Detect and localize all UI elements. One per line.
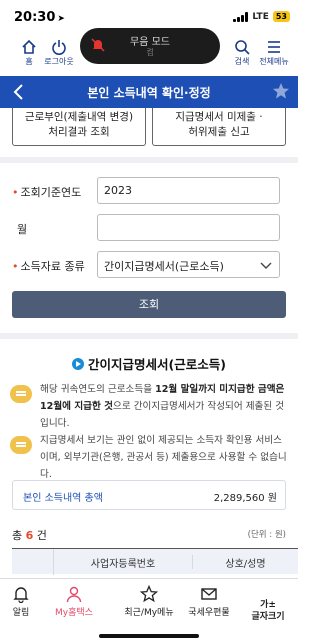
year-input[interactable]: 2023 <box>97 177 280 204</box>
chevron-down-icon <box>260 262 272 269</box>
year-row: • 조회기준연도 2023 <box>0 177 298 205</box>
action-buttons: 근로부인(제출내역 변경) 처리결과 조회 지급명세서 미제출 · 허위제출 신… <box>0 108 298 154</box>
nav-label-recent-menu: 최근/My메뉴 <box>124 608 174 618</box>
unit-label: (단위 : 원) <box>247 530 286 540</box>
power-icon <box>52 40 66 55</box>
page-title: 본인 소득내역 확인·정정 <box>87 86 211 100</box>
nav-item-my-hometax[interactable]: My홈택스 <box>44 585 104 618</box>
search-submit-button[interactable]: 조회 <box>12 291 286 318</box>
silent-mode-toast: 무음 모드 켬 <box>80 28 220 64</box>
mail-icon <box>201 588 217 600</box>
table-header-company-name: 상호/성명 <box>192 555 298 570</box>
nav-item-font-size[interactable]: 가± 글자크기 <box>238 587 298 623</box>
network-label: LTE <box>252 11 269 22</box>
section-divider-2 <box>0 333 298 339</box>
year-label: • 조회기준연도 <box>12 186 82 199</box>
home-icon <box>22 39 36 54</box>
income-total-value: 2,289,560 원 <box>213 493 277 504</box>
toast-subtitle: 켬 <box>146 48 154 57</box>
all-menu-button[interactable]: 전체메뉴 <box>257 39 291 67</box>
all-menu-label: 전체메뉴 <box>259 57 289 66</box>
logout-button[interactable]: 로그아웃 <box>44 39 74 67</box>
page-title-bar: 본인 소득내역 확인·정정 <box>0 76 298 108</box>
info-note-1-text: 해당 귀속연도의 근로소득을 12월 말일까지 미지급한 금액은 12월에 지급… <box>40 384 285 429</box>
table-header-blank <box>12 549 54 575</box>
month-input[interactable] <box>97 214 280 241</box>
search-icon <box>235 40 250 55</box>
bell-icon <box>13 587 29 603</box>
speech-bubble-icon <box>10 385 32 403</box>
search-button[interactable]: 검색 <box>227 39 257 67</box>
nav-item-recent-menu[interactable]: 최근/My메뉴 <box>109 585 189 618</box>
info-note-2-text: 지급명세서 보기는 관인 없이 제공되는 소득자 확인용 서비스이며, 외부기관… <box>40 435 287 480</box>
signal-icon <box>233 11 249 22</box>
table-header-business-number: 사업자등록번호 <box>90 559 156 570</box>
nav-item-mail[interactable]: 국세우편물 <box>179 585 239 618</box>
battery-indicator: 53 <box>272 11 290 22</box>
search-label: 검색 <box>234 57 250 66</box>
nav-label-font-size: 가± 글자크기 <box>251 600 285 622</box>
table-header: 사업자등록번호 상호/성명 <box>12 548 298 575</box>
person-icon <box>66 586 82 603</box>
home-button[interactable]: 홈 <box>14 39 44 67</box>
income-total-label: 본인 소득내역 총액 <box>23 493 103 504</box>
nav-label-mail: 국세우편물 <box>188 608 230 618</box>
section-divider <box>0 157 298 163</box>
month-row: 월 <box>0 214 298 242</box>
star-icon <box>140 585 158 603</box>
rejection-result-line1: 근로부인(제출내역 변경) <box>24 111 134 123</box>
info-note-2: 지급명세서 보기는 관인 없이 제공되는 소득자 확인용 서비스이며, 외부기관… <box>10 432 288 480</box>
status-time: 20:30 ➤ <box>14 10 65 25</box>
logout-label: 로그아웃 <box>44 57 74 66</box>
nav-label-alarm: 알림 <box>12 608 30 618</box>
status-indicators: LTE 53 <box>233 11 290 22</box>
nav-label-my-hometax: My홈택스 <box>55 608 93 618</box>
record-count: 총 6 건 <box>12 529 47 542</box>
toast-title: 무음 모드 <box>130 37 170 48</box>
income-type-select[interactable]: 간이지급명세서(근로소득) <box>97 251 280 278</box>
rejection-result-line2: 처리결과 조회 <box>48 126 110 138</box>
home-label: 홈 <box>25 57 33 66</box>
false-report-line1: 지급명세서 미제출 · <box>175 111 263 123</box>
favorite-star-icon[interactable] <box>272 82 290 100</box>
info-note-1: 해당 귀속연도의 근로소득을 12월 말일까지 미지급한 금액은 12월에 지급… <box>10 381 288 431</box>
rejection-result-button[interactable]: 근로부인(제출내역 변경) 처리결과 조회 <box>12 108 146 146</box>
income-total-summary: 본인 소득내역 총액 2,289,560 원 <box>12 480 286 510</box>
result-section-title: 간이지급명세서(근로소득) <box>0 354 298 373</box>
speech-bubble-icon <box>10 436 32 454</box>
income-type-value: 간이지급명세서(근로소득) <box>104 260 224 273</box>
home-indicator <box>99 634 199 638</box>
income-type-label: • 소득자료 종류 <box>12 260 85 273</box>
income-type-row: • 소득자료 종류 간이지급명세서(근로소득) <box>0 251 298 279</box>
month-label: 월 <box>17 223 28 236</box>
hamburger-menu-icon <box>268 41 280 53</box>
play-circle-icon <box>72 358 85 370</box>
false-report-button[interactable]: 지급명세서 미제출 · 허위제출 신고 <box>152 108 286 146</box>
location-arrow-icon: ➤ <box>57 14 65 24</box>
false-report-line2: 허위제출 신고 <box>188 126 250 138</box>
